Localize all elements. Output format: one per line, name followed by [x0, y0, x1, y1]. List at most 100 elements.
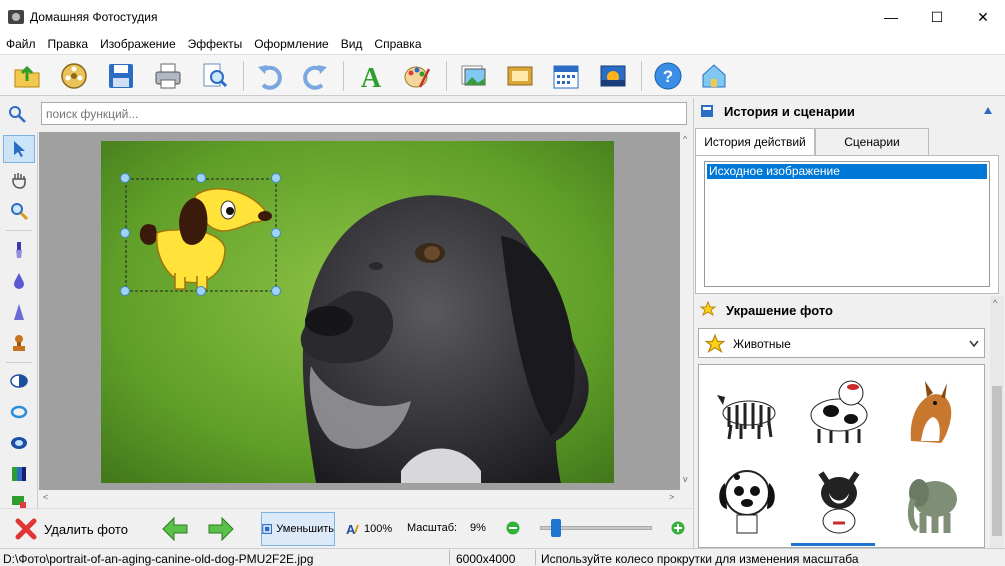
history-item[interactable]: Исходное изображение [707, 164, 987, 179]
tool-palette [0, 132, 38, 509]
resize-handle-se[interactable] [271, 286, 281, 296]
contrast-tool[interactable] [3, 367, 35, 395]
search-bar [0, 98, 692, 130]
scroll-left-icon[interactable]: < [43, 492, 48, 502]
resize-handle-n[interactable] [196, 173, 206, 183]
close-button[interactable]: ✕ [960, 0, 1005, 34]
husky-icon [818, 471, 860, 534]
toolbar: A ? [0, 54, 1005, 96]
save-button[interactable] [104, 59, 138, 93]
right-panel: История и сценарии История действий Сцен… [693, 98, 1005, 548]
resize-handle-s[interactable] [196, 286, 206, 296]
menu-help[interactable]: Справка [368, 34, 427, 54]
menu-view[interactable]: Вид [335, 34, 369, 54]
menu-bar: Файл Правка Изображение Эффекты Оформлен… [0, 34, 1005, 54]
resize-handle-sw[interactable] [120, 286, 130, 296]
house-icon [702, 64, 726, 88]
ring-tool[interactable] [3, 398, 35, 426]
tab-scenarios[interactable]: Сценарии [815, 128, 929, 156]
preview-button[interactable] [198, 59, 232, 93]
gallery-scrollbar[interactable]: ^ [990, 296, 1004, 548]
vertical-scrollbar[interactable]: ^ v [680, 132, 693, 490]
search-input[interactable] [41, 102, 687, 125]
menu-edit[interactable]: Правка [42, 34, 95, 54]
resize-handle-e[interactable] [271, 228, 281, 238]
prev-photo-button[interactable] [160, 515, 190, 543]
horizontal-scrollbar[interactable]: < > [39, 490, 680, 506]
stamp-tool[interactable] [3, 329, 35, 357]
sticker-husky[interactable] [799, 459, 879, 539]
resize-handle-nw[interactable] [120, 173, 130, 183]
fit-button[interactable]: Уменьшить [261, 512, 335, 546]
menu-file[interactable]: Файл [0, 34, 42, 54]
select-tool[interactable] [3, 135, 35, 163]
menu-design[interactable]: Оформление [248, 34, 334, 54]
calendar-icon [553, 65, 579, 89]
delete-photo-button[interactable]: Удалить фото [14, 515, 132, 543]
resize-handle-ne[interactable] [271, 173, 281, 183]
camera-icon [8, 10, 24, 24]
status-bar: D:\Фото\portrait-of-an-aging-canine-old-… [0, 548, 1005, 566]
scroll-up-icon[interactable]: ^ [683, 134, 687, 144]
magnifier-icon [11, 203, 28, 220]
home-button[interactable] [697, 59, 731, 93]
maximize-button[interactable]: ☐ [914, 0, 960, 34]
help-button[interactable]: ? [651, 59, 685, 93]
resize-handle-w[interactable] [120, 228, 130, 238]
category-value: Животные [733, 337, 791, 351]
category-star-icon [705, 334, 725, 353]
fit-label: Уменьшить [276, 523, 334, 535]
draw-button[interactable] [400, 59, 434, 93]
decoration-panel: Украшение фото Животные ^ [694, 296, 1004, 548]
sticker-collie[interactable] [891, 371, 971, 451]
menu-effects[interactable]: Эффекты [182, 34, 249, 54]
photo[interactable] [101, 141, 614, 483]
text-button[interactable]: A [354, 59, 388, 93]
redo-button[interactable] [298, 59, 332, 93]
arrow-cursor-icon [14, 141, 25, 157]
eye-icon [11, 437, 27, 449]
next-photo-button[interactable] [206, 515, 236, 543]
sticker-dalmatian[interactable] [707, 459, 787, 539]
title-bar: Домашняя Фотостудия — ☐ ✕ [0, 0, 1005, 34]
sharpen-tool[interactable] [3, 298, 35, 326]
scroll-right-icon[interactable]: > [669, 492, 674, 502]
window-title: Домашняя Фотостудия [30, 10, 158, 24]
actual-size-button[interactable]: A 100% [345, 519, 392, 539]
pipette-tool[interactable] [3, 236, 35, 264]
sticker-cow[interactable] [799, 371, 879, 451]
cartoon-dog-sticker[interactable] [125, 178, 277, 292]
search-icon[interactable] [8, 105, 26, 123]
vignette-tool[interactable] [3, 429, 35, 457]
category-select[interactable]: Животные [698, 328, 985, 358]
gallery-scroll-thumb[interactable] [992, 386, 1002, 536]
zoom-tool[interactable] [3, 197, 35, 225]
history-list[interactable]: Исходное изображение [704, 161, 990, 287]
minimize-button[interactable]: — [868, 0, 914, 34]
sticker-zebra[interactable] [707, 371, 787, 451]
gallery-button[interactable] [57, 59, 91, 93]
tab-history[interactable]: История действий [695, 128, 815, 156]
frame-button[interactable] [503, 59, 537, 93]
font-size-icon: A [346, 522, 359, 537]
postcard-button[interactable] [596, 59, 630, 93]
scroll-down-icon[interactable]: v [683, 474, 688, 484]
gallery-scroll-up-icon[interactable]: ^ [993, 298, 997, 308]
zoom-out-button[interactable] [506, 521, 520, 538]
history-panel-title: История и сценарии [724, 104, 855, 119]
undo-button[interactable] [253, 59, 287, 93]
menu-image[interactable]: Изображение [94, 34, 182, 54]
sticker-elephant[interactable] [891, 459, 971, 539]
zoom-slider-thumb[interactable] [551, 519, 561, 537]
levels-tool[interactable] [3, 460, 35, 488]
calendar-button[interactable] [549, 59, 583, 93]
hand-tool[interactable] [3, 166, 35, 194]
collage-button[interactable] [456, 59, 490, 93]
redo-icon [303, 65, 327, 90]
zoom-in-button[interactable] [671, 521, 685, 538]
blur-tool[interactable] [3, 267, 35, 295]
print-button[interactable] [151, 59, 185, 93]
gallery-selection-indicator [791, 543, 875, 546]
collapse-panel-icon[interactable] [983, 106, 993, 116]
open-button[interactable] [10, 59, 44, 93]
